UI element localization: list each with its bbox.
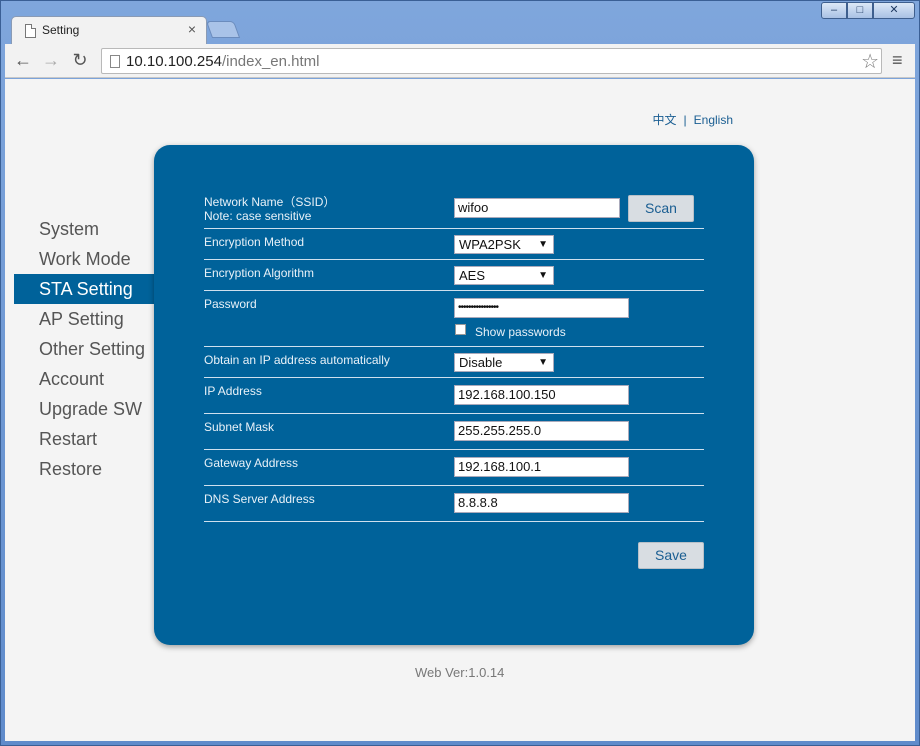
dns-input[interactable]: 8.8.8.8: [454, 493, 629, 513]
subnet-mask-label: Subnet Mask: [204, 420, 275, 434]
page-icon: [25, 24, 36, 38]
ssid-input[interactable]: wifoo: [454, 198, 620, 218]
sidebar-item-work-mode[interactable]: Work Mode: [14, 244, 154, 274]
browser-window: Setting × – □ ✕ ← → ↻ 10.10.100.254/inde…: [0, 0, 920, 746]
password-row: Password •••••••••••••••• Show passwords: [204, 291, 704, 347]
lang-separator: |: [683, 113, 687, 127]
sidebar-item-restore[interactable]: Restore: [14, 454, 154, 484]
ssid-note: Note: case sensitive: [204, 209, 312, 223]
encryption-algorithm-select[interactable]: AES ▼: [454, 266, 554, 285]
dhcp-label: Obtain an IP address automatically: [204, 353, 390, 367]
gateway-input[interactable]: 192.168.100.1: [454, 457, 629, 477]
ssid-row: Network Name（SSID） Note: case sensitive …: [204, 195, 704, 229]
password-input[interactable]: ••••••••••••••••: [454, 298, 629, 318]
page-content: 中文 | English System Work Mode STA Setting …: [5, 79, 915, 741]
dhcp-select[interactable]: Disable ▼: [454, 353, 554, 372]
subnet-mask-input[interactable]: 255.255.255.0: [454, 421, 629, 441]
maximize-button[interactable]: □: [847, 2, 873, 19]
dhcp-value: Disable: [459, 355, 503, 370]
address-bar[interactable]: 10.10.100.254/index_en.html ☆: [101, 48, 882, 74]
encryption-algorithm-label: Encryption Algorithm: [204, 266, 315, 280]
tab-title: Setting: [42, 23, 80, 37]
language-switcher: 中文 | English: [653, 111, 734, 128]
sidebar-item-account[interactable]: Account: [14, 364, 154, 394]
encryption-method-row: Encryption Method WPA2PSK ▼: [204, 229, 704, 260]
sidebar-item-sta-setting[interactable]: STA Setting: [14, 274, 154, 304]
url-path: /index_en.html: [221, 53, 320, 70]
page-icon: [110, 55, 120, 68]
dropdown-arrow-icon: ▼: [538, 270, 548, 281]
sidebar-item-upgrade-sw[interactable]: Upgrade SW: [14, 394, 154, 424]
encryption-method-value: WPA2PSK: [459, 237, 521, 252]
back-arrow-icon[interactable]: ←: [11, 49, 35, 73]
browser-tab[interactable]: Setting ×: [11, 16, 207, 45]
menu-icon[interactable]: ≡: [892, 50, 908, 71]
window-controls: – □ ✕: [821, 2, 915, 19]
gateway-row: Gateway Address 192.168.100.1: [204, 450, 704, 486]
web-version: Web Ver:1.0.14: [415, 665, 505, 680]
lang-english-link[interactable]: English: [694, 113, 733, 127]
save-button[interactable]: Save: [638, 542, 704, 569]
show-passwords-label: Show passwords: [475, 325, 566, 339]
password-label: Password: [204, 297, 257, 311]
dropdown-arrow-icon: ▼: [538, 357, 548, 368]
sta-settings-panel: Network Name（SSID） Note: case sensitive …: [154, 145, 754, 645]
sidebar-item-other-setting[interactable]: Other Setting: [14, 334, 154, 364]
subnet-mask-row: Subnet Mask 255.255.255.0: [204, 414, 704, 450]
encryption-algorithm-row: Encryption Algorithm AES ▼: [204, 260, 704, 291]
new-tab-button[interactable]: [205, 21, 241, 38]
ip-address-input[interactable]: 192.168.100.150: [454, 385, 629, 405]
dhcp-row: Obtain an IP address automatically Disab…: [204, 347, 704, 378]
close-window-button[interactable]: ✕: [873, 2, 915, 19]
ssid-label-group: Network Name（SSID） Note: case sensitive: [204, 195, 335, 223]
lang-chinese-link[interactable]: 中文: [653, 113, 677, 127]
dns-label: DNS Server Address: [204, 492, 315, 506]
show-passwords-checkbox[interactable]: [455, 324, 466, 335]
encryption-method-select[interactable]: WPA2PSK ▼: [454, 235, 554, 254]
sidebar-item-system[interactable]: System: [14, 214, 154, 244]
sidebar-item-restart[interactable]: Restart: [14, 424, 154, 454]
bookmark-star-icon[interactable]: ☆: [861, 49, 879, 74]
reload-icon[interactable]: ↻: [68, 49, 92, 73]
sidebar-item-ap-setting[interactable]: AP Setting: [14, 304, 154, 334]
dns-row: DNS Server Address 8.8.8.8: [204, 486, 704, 522]
url-text: 10.10.100.254/index_en.html: [126, 53, 320, 70]
scan-button[interactable]: Scan: [628, 195, 694, 222]
ip-address-row: IP Address 192.168.100.150: [204, 378, 704, 414]
ip-address-label: IP Address: [204, 384, 262, 398]
gateway-label: Gateway Address: [204, 456, 299, 470]
tab-close-icon[interactable]: ×: [188, 21, 196, 37]
forward-arrow-icon[interactable]: →: [39, 49, 63, 73]
encryption-method-label: Encryption Method: [204, 235, 305, 249]
browser-toolbar: ← → ↻ 10.10.100.254/index_en.html ☆ ≡: [5, 44, 915, 78]
ssid-label: Network Name（SSID）: [204, 195, 336, 209]
url-host: 10.10.100.254: [126, 53, 222, 70]
minimize-button[interactable]: –: [821, 2, 847, 19]
sidebar-nav: System Work Mode STA Setting AP Setting …: [14, 214, 154, 484]
title-bar: Setting × – □ ✕: [1, 1, 919, 45]
dropdown-arrow-icon: ▼: [538, 239, 548, 250]
encryption-algorithm-value: AES: [459, 268, 486, 283]
